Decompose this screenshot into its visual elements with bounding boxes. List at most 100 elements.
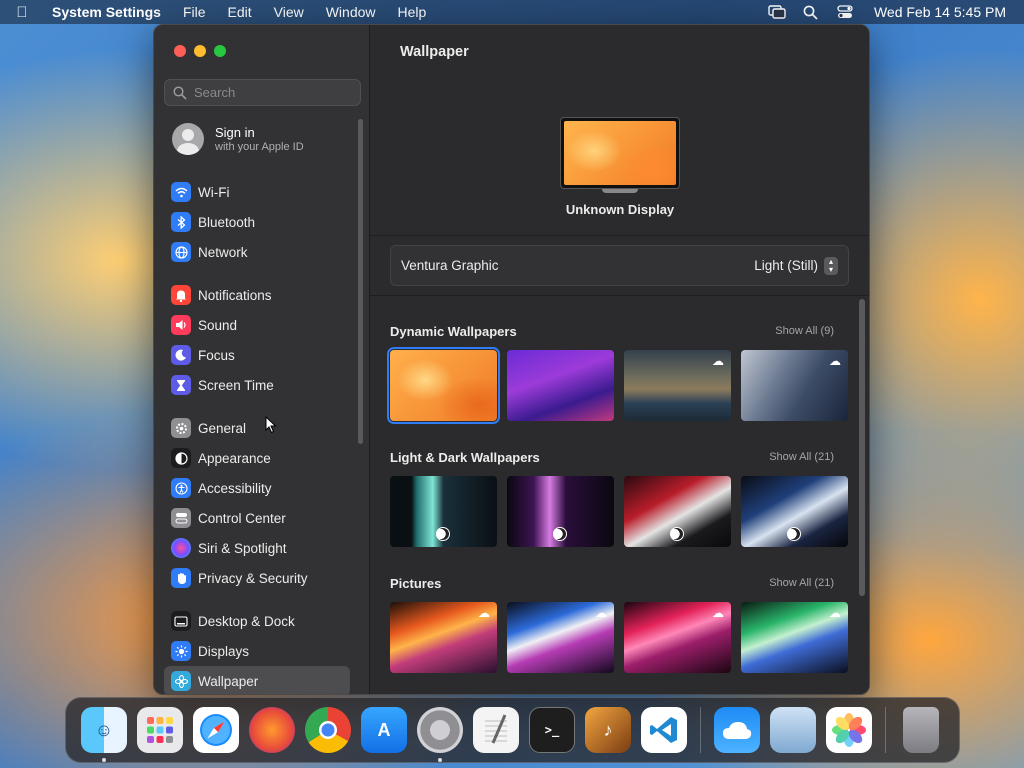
dock-photos[interactable] (825, 707, 872, 753)
sidebar-item-bluetooth[interactable]: Bluetooth (164, 207, 350, 237)
sidebar: Search Sign in with your Apple ID Wi-Fi … (154, 25, 370, 694)
dock-system-settings[interactable] (417, 707, 463, 762)
cloud-download-icon: ☁ (829, 606, 841, 620)
zoom-window-button[interactable] (214, 45, 226, 57)
wallpaper-thumbnail[interactable]: ☁ (624, 602, 731, 673)
sidebar-item-wifi[interactable]: Wi-Fi (164, 177, 350, 207)
light-dark-icon (670, 527, 684, 541)
sidebar-item-network[interactable]: Network (164, 237, 350, 267)
dock-trash[interactable] (898, 707, 944, 753)
hand-icon (171, 568, 191, 588)
menu-bar:  System Settings File Edit View Window … (0, 0, 1024, 24)
wallpaper-thumbnail[interactable] (390, 476, 497, 547)
show-all-button[interactable]: Show All (9) (775, 325, 834, 337)
dock-app-store[interactable]: A (361, 707, 407, 753)
dock-finder[interactable]: ☺ (81, 707, 127, 762)
guitar-icon: ♪ (585, 707, 631, 753)
dock-firefox[interactable] (249, 707, 295, 753)
sidebar-item-wallpaper[interactable]: Wallpaper (164, 666, 350, 694)
wallpaper-thumbnail[interactable]: ☁ (390, 602, 497, 673)
appearance-icon (171, 448, 191, 468)
hourglass-icon (171, 375, 191, 395)
current-wallpaper-name: Ventura Graphic (401, 258, 499, 273)
window-controls (174, 45, 226, 57)
cloud-download-icon: ☁ (712, 606, 724, 620)
wallpaper-thumbnail[interactable] (387, 347, 500, 424)
menu-window[interactable]: Window (315, 0, 387, 24)
dock-safari[interactable] (193, 707, 239, 753)
sidebar-item-accessibility[interactable]: Accessibility (164, 473, 350, 503)
menu-view[interactable]: View (263, 0, 315, 24)
current-wallpaper-row: Ventura Graphic Light (Still) ▴ ▾ (390, 245, 849, 286)
display-preview (560, 117, 680, 193)
dock-textedit[interactable] (473, 707, 519, 753)
menu-file[interactable]: File (172, 0, 217, 24)
settings-gear-icon (417, 707, 463, 753)
spotlight-search-icon[interactable] (800, 4, 822, 20)
sidebar-item-desktop-dock[interactable]: Desktop & Dock (164, 606, 350, 636)
close-window-button[interactable] (174, 45, 186, 57)
dock-separator (884, 707, 885, 753)
show-all-button[interactable]: Show All (21) (769, 577, 834, 589)
sidebar-item-label: Notifications (198, 287, 272, 303)
sidebar-item-label: Appearance (198, 450, 271, 466)
sidebar-item-screen-time[interactable]: Screen Time (164, 370, 350, 400)
sidebar-item-general[interactable]: General (164, 413, 350, 443)
dock-preview[interactable] (769, 707, 816, 753)
wallpaper-thumbnail[interactable] (741, 476, 848, 547)
bell-icon (171, 285, 191, 305)
apple-id-signin[interactable]: Sign in with your Apple ID (172, 123, 304, 155)
terminal-icon: >_ (529, 707, 575, 753)
light-dark-icon (436, 527, 450, 541)
menu-edit[interactable]: Edit (217, 0, 263, 24)
wallpaper-thumbnail[interactable]: ☁ (624, 350, 731, 421)
cloud-download-icon: ☁ (595, 606, 607, 620)
sidebar-nav: Wi-Fi Bluetooth Network Notifications So… (164, 177, 350, 694)
sidebar-item-privacy-security[interactable]: Privacy & Security (164, 563, 350, 593)
dock-garageband[interactable]: ♪ (585, 707, 631, 753)
dock-chrome[interactable] (305, 707, 351, 753)
sidebar-item-focus[interactable]: Focus (164, 340, 350, 370)
sidebar-scrollbar[interactable] (358, 119, 363, 444)
page-title: Wallpaper (400, 44, 469, 60)
menu-clock[interactable]: Wed Feb 14 5:45 PM (874, 4, 1006, 20)
sidebar-item-control-center[interactable]: Control Center (164, 503, 350, 533)
wallpaper-thumbnail[interactable]: ☁ (741, 350, 848, 421)
sidebar-item-siri-spotlight[interactable]: Siri & Spotlight (164, 533, 350, 563)
sidebar-item-label: Desktop & Dock (198, 613, 295, 629)
screen-mirroring-icon[interactable] (766, 4, 788, 20)
sidebar-item-sound[interactable]: Sound (164, 310, 350, 340)
menu-help[interactable]: Help (387, 0, 438, 24)
show-all-button[interactable]: Show All (21) (769, 451, 834, 463)
dock-terminal[interactable]: >_ (529, 707, 575, 753)
wallpaper-thumbnail[interactable] (624, 476, 731, 547)
dock-weather[interactable] (713, 707, 760, 753)
appearance-mode-select[interactable]: Light (Still) ▴ ▾ (754, 256, 838, 275)
sidebar-item-displays[interactable]: Displays (164, 636, 350, 666)
search-input[interactable]: Search (164, 79, 361, 106)
pictures-section: Pictures Show All (21) ☁ ☁ ☁ ☁ (390, 573, 850, 673)
sidebar-item-label: Privacy & Security (198, 570, 308, 586)
wallpaper-thumbnail[interactable] (507, 476, 614, 547)
dock-launchpad[interactable] (137, 707, 183, 753)
dock-icon (171, 611, 191, 631)
sidebar-item-label: Bluetooth (198, 214, 256, 230)
wallpaper-thumbnail[interactable]: ☁ (741, 602, 848, 673)
gear-icon (171, 418, 191, 438)
minimize-window-button[interactable] (194, 45, 206, 57)
sidebar-item-appearance[interactable]: Appearance (164, 443, 350, 473)
safari-icon (193, 707, 239, 753)
wallpaper-thumbnail[interactable]: ☁ (507, 602, 614, 673)
chrome-icon (305, 707, 351, 753)
content-scrollbar[interactable] (859, 299, 865, 596)
sidebar-item-label: Focus (198, 347, 235, 363)
appearance-mode-value: Light (Still) (754, 258, 818, 273)
wallpaper-thumbnail[interactable] (507, 350, 614, 421)
sidebar-item-notifications[interactable]: Notifications (164, 280, 350, 310)
sidebar-item-label: Accessibility (198, 480, 272, 496)
cloud-download-icon: ☁ (712, 354, 724, 368)
menu-app-name[interactable]: System Settings (44, 0, 172, 24)
apple-menu-icon[interactable]:  (0, 4, 44, 21)
dock-vscode[interactable] (641, 707, 687, 753)
control-center-menu-icon[interactable] (834, 4, 856, 20)
